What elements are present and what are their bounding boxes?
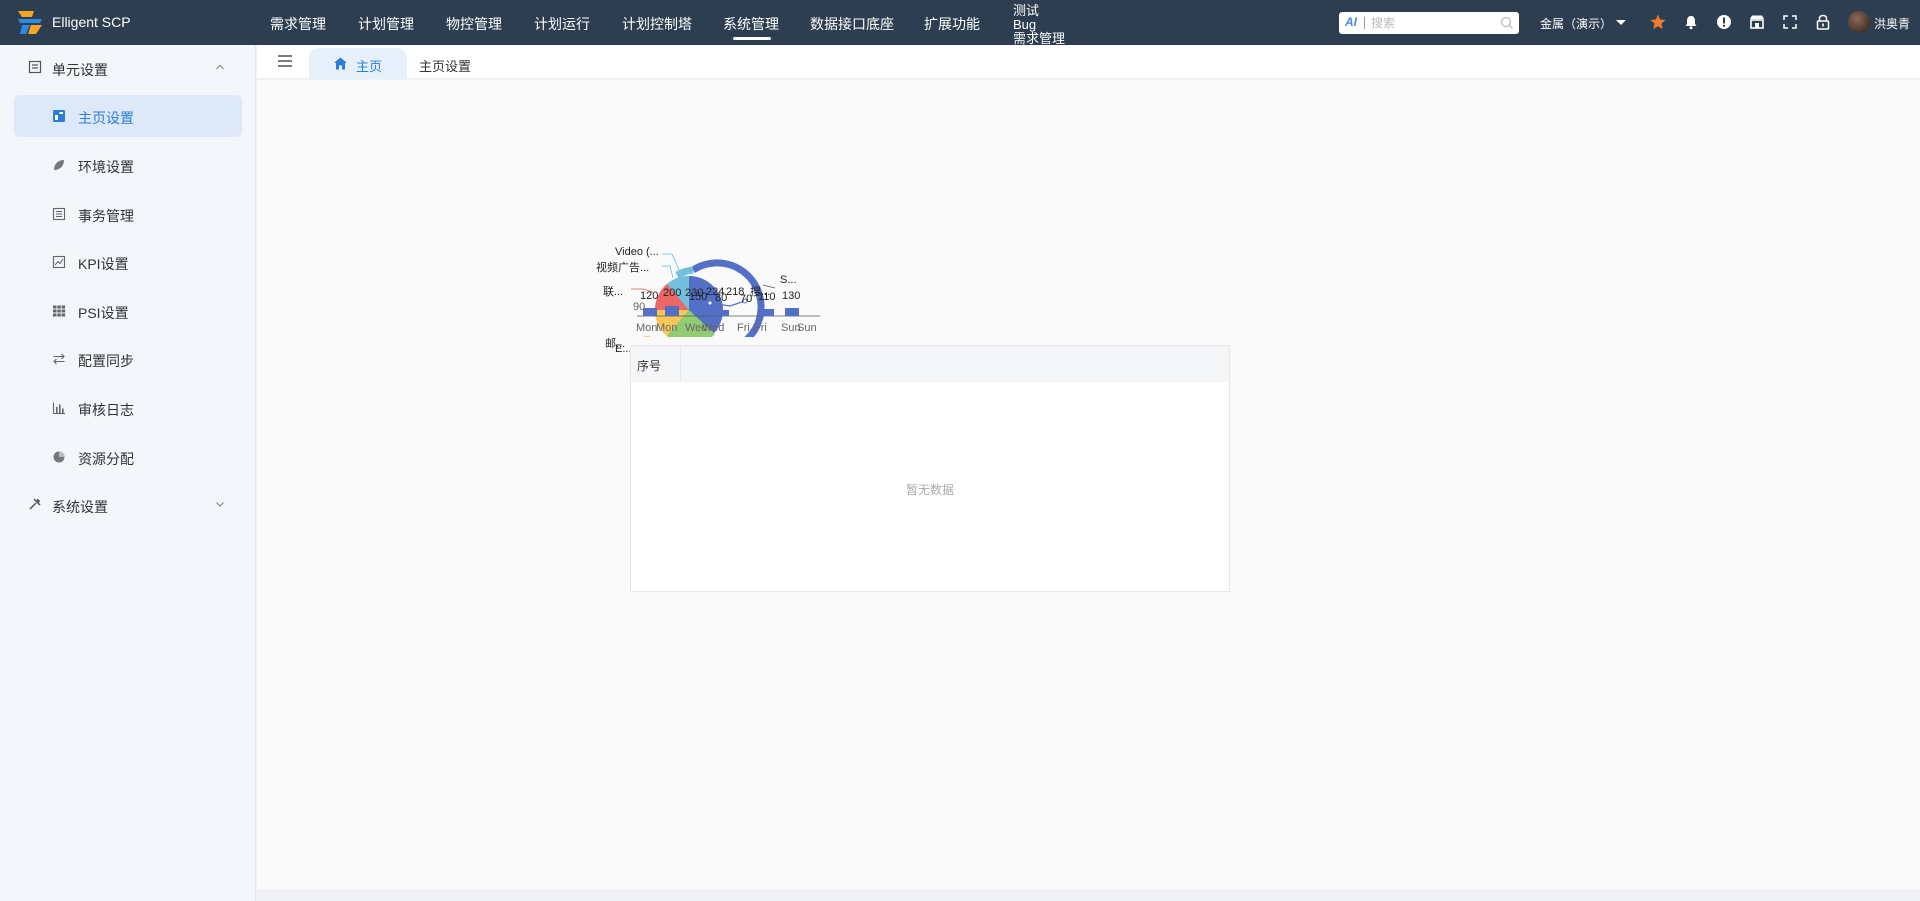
nav-plan-management[interactable]: 计划管理 bbox=[358, 14, 414, 34]
bar-chart-icon bbox=[52, 402, 65, 415]
bar bbox=[760, 309, 774, 316]
nav-bug[interactable]: Bug bbox=[1013, 18, 1065, 32]
company-selector[interactable]: 金属（演示） bbox=[1540, 15, 1612, 32]
sidebar-item-environment-settings[interactable]: 环境设置 bbox=[14, 144, 242, 186]
top-navigation-bar: Elligent SCP 需求管理 计划管理 物控管理 计划运行 计划控制塔 系… bbox=[0, 0, 1920, 46]
nav-system-management[interactable]: 系统管理 bbox=[723, 14, 779, 34]
sidebar-group-label: 系统设置 bbox=[52, 499, 108, 515]
menu-toggle-icon[interactable] bbox=[277, 54, 293, 68]
column-header-label: 序号 bbox=[637, 359, 662, 373]
sidebar-group-unit-settings[interactable]: 单元设置 bbox=[0, 48, 256, 88]
column-header-index[interactable]: 序号 bbox=[631, 346, 681, 382]
search-divider bbox=[1364, 17, 1365, 29]
search-icon[interactable] bbox=[1500, 16, 1514, 30]
list-icon bbox=[52, 207, 66, 221]
sidebar-item-label: PSI设置 bbox=[78, 305, 129, 321]
ai-search-label[interactable]: AI bbox=[1345, 15, 1357, 29]
x-axis-tick-label: Fri bbox=[754, 322, 767, 334]
nav-test[interactable]: 测试 bbox=[1013, 4, 1065, 18]
unit-settings-icon bbox=[28, 60, 42, 74]
donut-ring-segment bbox=[675, 266, 694, 279]
line-point bbox=[707, 300, 713, 306]
bar bbox=[785, 308, 799, 316]
sync-arrows-icon bbox=[53, 353, 65, 365]
pie-icon bbox=[53, 451, 65, 463]
nav-demand-management[interactable]: 需求管理 bbox=[270, 14, 326, 34]
x-axis-tick-label: Mon bbox=[656, 322, 678, 334]
data-label: 110 bbox=[758, 291, 776, 303]
data-label: 130 bbox=[782, 290, 801, 302]
sidebar-item-label: 环境设置 bbox=[78, 159, 134, 175]
data-label: 200 bbox=[663, 287, 682, 299]
nav-plan-run[interactable]: 计划运行 bbox=[534, 14, 590, 34]
empty-state-text: 暂无数据 bbox=[905, 483, 954, 497]
bell-icon[interactable] bbox=[1682, 13, 1700, 31]
nav-material-control[interactable]: 物控管理 bbox=[446, 14, 502, 34]
data-label: 70 bbox=[740, 293, 753, 305]
search-input[interactable] bbox=[1371, 14, 1491, 32]
search-box: AI bbox=[1339, 12, 1519, 34]
sidebar-item-label: 资源分配 bbox=[78, 451, 134, 467]
tab-homepage-settings[interactable]: 主页设置 bbox=[419, 56, 471, 75]
nav-extensions[interactable]: 扩展功能 bbox=[924, 14, 980, 34]
nav-stacked-items: 测试 Bug 需求管理 bbox=[1013, 4, 1065, 46]
star-icon[interactable] bbox=[1649, 13, 1667, 31]
pie-label: S... bbox=[780, 274, 797, 286]
sidebar-item-psi-settings[interactable]: PSI设置 bbox=[14, 290, 242, 332]
logo-icon bbox=[18, 11, 42, 34]
x-axis-tick-label: Fri bbox=[737, 322, 750, 334]
app-title: Elligent SCP bbox=[52, 14, 131, 30]
x-axis-tick-label: Wed bbox=[702, 322, 725, 334]
bar bbox=[665, 306, 679, 316]
sidebar-item-label: 主页设置 bbox=[78, 110, 134, 126]
alert-icon[interactable] bbox=[1715, 13, 1733, 31]
sidebar-item-homepage-settings[interactable]: 主页设置 bbox=[14, 95, 242, 137]
fullscreen-icon[interactable] bbox=[1781, 13, 1799, 31]
tab-home[interactable]: 主页 bbox=[309, 48, 407, 79]
nav-active-indicator bbox=[733, 37, 771, 40]
sidebar: 单元设置 主页设置 环境设置 事务管理 KPI设置 PSI设置 配置同步 审核日… bbox=[0, 45, 256, 901]
sidebar-item-kpi-settings[interactable]: KPI设置 bbox=[14, 241, 242, 283]
pie-label: 视频广告... bbox=[596, 262, 650, 274]
home-icon bbox=[334, 57, 347, 70]
chevron-down-icon bbox=[216, 502, 224, 507]
sidebar-item-label: 审核日志 bbox=[78, 402, 134, 418]
tab-bar: 主页 主页设置 bbox=[257, 45, 1920, 79]
home-page-icon bbox=[53, 110, 65, 122]
leaf-icon bbox=[54, 160, 64, 170]
tab-home-label: 主页 bbox=[356, 59, 383, 74]
sidebar-item-label: 配置同步 bbox=[78, 353, 134, 369]
avatar[interactable] bbox=[1848, 11, 1870, 33]
sidebar-item-label: 事务管理 bbox=[78, 208, 134, 224]
username[interactable]: 洪奥青 bbox=[1874, 15, 1910, 32]
line-chart-icon bbox=[52, 255, 66, 269]
chevron-down-icon[interactable] bbox=[1616, 20, 1626, 25]
data-label: 90 bbox=[633, 301, 646, 313]
lock-icon[interactable] bbox=[1814, 13, 1832, 31]
nav-control-tower[interactable]: 计划控制塔 bbox=[622, 14, 692, 34]
bar bbox=[715, 310, 729, 316]
sidebar-item-label: KPI设置 bbox=[78, 256, 129, 272]
nav-data-interface[interactable]: 数据接口底座 bbox=[810, 14, 894, 34]
sidebar-item-audit-log[interactable]: 审核日志 bbox=[14, 387, 242, 429]
x-axis-tick-label: Sun bbox=[797, 322, 817, 334]
sidebar-group-system-settings[interactable]: 系统设置 bbox=[0, 485, 256, 525]
sidebar-group-label: 单元设置 bbox=[52, 62, 108, 78]
pie-leader-line bbox=[662, 265, 674, 279]
sidebar-item-transaction-management[interactable]: 事务管理 bbox=[14, 193, 242, 235]
data-label: 150 bbox=[689, 291, 708, 303]
nav-demand[interactable]: 需求管理 bbox=[1013, 32, 1065, 46]
data-table: 序号 暂无数据 bbox=[630, 345, 1230, 592]
sidebar-item-config-sync[interactable]: 配置同步 bbox=[14, 338, 242, 380]
chevron-up-icon bbox=[216, 64, 224, 70]
sidebar-item-resource-allocation[interactable]: 资源分配 bbox=[14, 436, 242, 478]
pie-label: 联... bbox=[603, 286, 624, 298]
tools-icon bbox=[29, 498, 41, 510]
pie-label: Video (... bbox=[615, 246, 659, 258]
x-axis-tick-label: Mon bbox=[636, 322, 658, 334]
grid-icon bbox=[53, 305, 66, 317]
store-icon[interactable] bbox=[1748, 13, 1766, 31]
table-header: 序号 bbox=[631, 346, 1229, 382]
